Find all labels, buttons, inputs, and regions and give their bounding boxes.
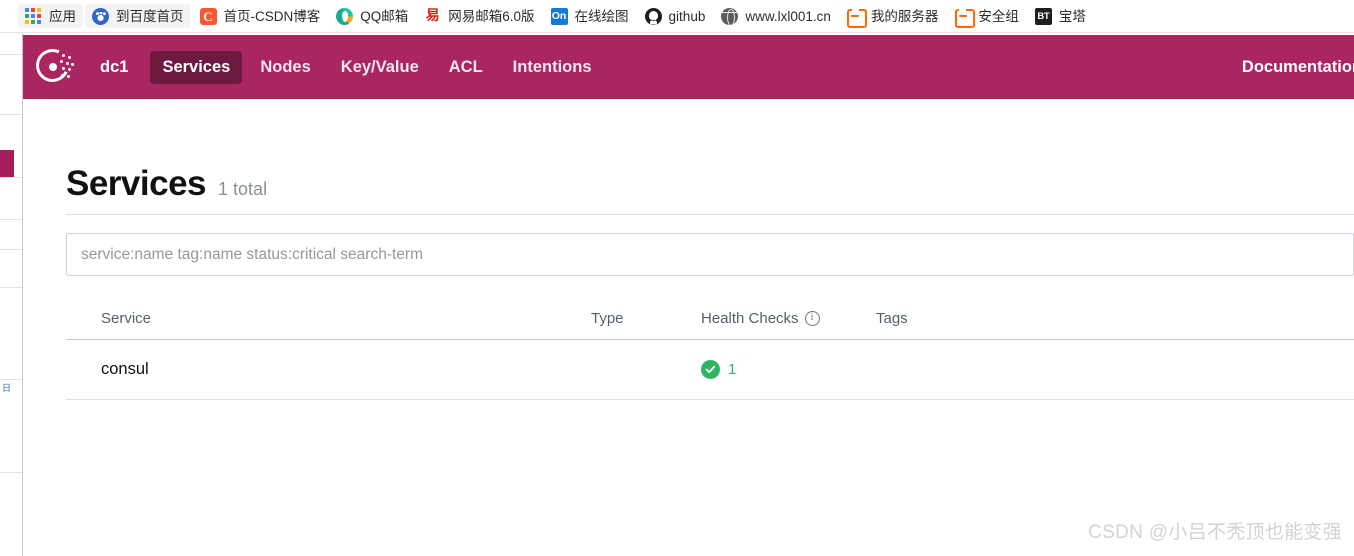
services-page: Services 1 total Service Type Health Che…: [23, 99, 1354, 556]
bookmark-qq-mail[interactable]: QQ邮箱: [329, 4, 415, 28]
info-icon[interactable]: i: [804, 310, 820, 326]
column-header-type: Type: [591, 309, 624, 327]
bookmark-my-server[interactable]: 我的服务器: [840, 4, 946, 28]
netease-mail-icon: 易: [425, 8, 440, 24]
bookmark-label: 首页-CSDN博客: [223, 8, 321, 24]
search-bar: [66, 233, 1354, 276]
nav-item-services[interactable]: Services: [150, 50, 243, 84]
bracket-icon: [847, 6, 868, 28]
baota-icon: BT: [1034, 7, 1052, 25]
bookmark-label: 宝塔: [1058, 8, 1086, 24]
nav-item-intentions[interactable]: Intentions: [501, 51, 604, 84]
bookmark-security-group[interactable]: 安全组: [947, 4, 1026, 28]
consul-logo[interactable]: [31, 44, 74, 87]
bookmark-label: 应用: [49, 8, 76, 24]
bookmark-apps[interactable]: 应用: [18, 4, 83, 28]
bookmark-baidu[interactable]: 到百度首页: [85, 4, 191, 28]
bookmark-label: github: [668, 8, 706, 24]
bookmark-github[interactable]: github: [638, 4, 713, 28]
strip-divider: [0, 115, 22, 178]
browser-side-panel-strip: 日: [0, 33, 23, 556]
nav-item-acl[interactable]: ACL: [437, 51, 495, 84]
nav-documentation-link[interactable]: Documentation: [1242, 58, 1354, 77]
consul-nav-right: Documentation: [1242, 35, 1354, 99]
strip-divider: [0, 393, 22, 473]
health-passing-count: 1: [728, 361, 737, 378]
bookmark-lxl-site[interactable]: www.lxl001.cn: [714, 4, 838, 28]
consul-nav-links: dc1 Services Nodes Key/Value ACL Intenti…: [96, 50, 610, 84]
globe-icon: [721, 7, 739, 25]
nav-item-key-value[interactable]: Key/Value: [329, 51, 431, 84]
strip-divider: [0, 33, 22, 55]
strip-divider: [0, 220, 22, 250]
column-header-service: Service: [101, 309, 152, 327]
strip-divider: [0, 55, 22, 115]
browser-bookmarks-bar: 应用 到百度首页 C 首页-CSDN博客 QQ邮箱 易 网易邮箱6.0版 On …: [0, 0, 1354, 33]
table-row[interactable]: consul 1: [66, 340, 1354, 400]
nav-datacenter-dc1[interactable]: dc1: [96, 51, 144, 84]
csdn-watermark: CSDN @小吕不秃顶也能变强: [1088, 522, 1342, 543]
bookmark-label: 安全组: [978, 8, 1019, 24]
column-header-health-checks: Health Checks i: [701, 310, 876, 327]
github-icon: [644, 7, 662, 25]
bookmark-csdn[interactable]: C 首页-CSDN博客: [193, 4, 328, 28]
table-header-row: Service Type Health Checks i Tags: [66, 297, 1354, 340]
bookmark-label: 我的服务器: [870, 8, 939, 24]
column-header-tags: Tags: [876, 309, 908, 327]
csdn-icon: C: [199, 7, 217, 25]
cell-health-checks: 1: [701, 360, 876, 379]
bookmark-netease-mail[interactable]: 易 网易邮箱6.0版: [417, 4, 541, 28]
bracket-icon: [954, 6, 975, 28]
qq-mail-icon: [336, 7, 354, 25]
column-header-health-checks-label: Health Checks: [701, 309, 799, 327]
apps-grid-icon: [25, 7, 42, 25]
baidu-icon: [92, 7, 109, 25]
search-input[interactable]: [66, 233, 1354, 276]
consul-top-nav: dc1 Services Nodes Key/Value ACL Intenti…: [23, 35, 1354, 99]
services-table: Service Type Health Checks i Tags consul…: [66, 297, 1354, 400]
bookmark-label: 网易邮箱6.0版: [448, 8, 535, 24]
header-divider: [66, 214, 1354, 215]
bookmark-online-draw[interactable]: On 在线绘图: [544, 4, 636, 28]
strip-divider: [0, 250, 22, 288]
bookmark-label: www.lxl001.cn: [745, 8, 831, 24]
service-name-link[interactable]: consul: [101, 360, 149, 378]
online-draw-icon: On: [550, 7, 568, 25]
bookmark-label: 到百度首页: [116, 8, 184, 24]
strip-divider: [0, 178, 22, 220]
bookmark-label: QQ邮箱: [360, 8, 409, 24]
health-passing-check-icon: [701, 360, 720, 379]
page-header: Services 1 total: [66, 164, 267, 204]
bookmark-baota[interactable]: BT 宝塔: [1028, 4, 1093, 28]
nav-item-nodes[interactable]: Nodes: [248, 51, 322, 84]
services-total-count: 1 total: [218, 179, 268, 199]
bookmark-label: 在线绘图: [574, 8, 629, 24]
cell-service-name: consul: [66, 360, 591, 379]
strip-divider: [0, 288, 22, 380]
page-title: Services: [66, 164, 207, 203]
